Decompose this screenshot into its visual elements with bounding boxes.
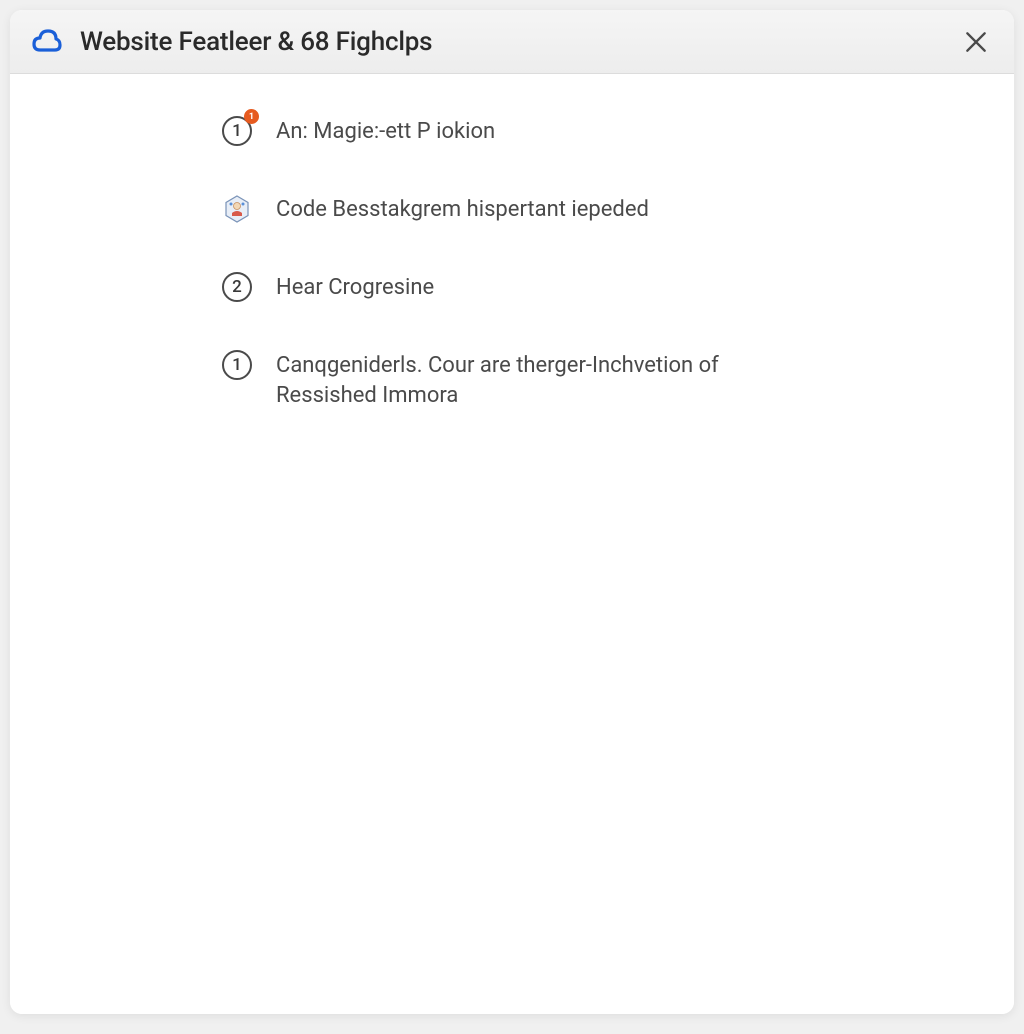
step-number-icon: 1 1: [220, 114, 254, 148]
close-button[interactable]: [962, 28, 990, 56]
close-icon: [963, 29, 989, 55]
list-item[interactable]: 2 Hear Crogresine: [220, 270, 934, 304]
list-item[interactable]: Code Besstakgrem hispertant iepeded: [220, 192, 934, 226]
step-number-icon: 1: [220, 348, 254, 382]
titlebar: Website Featleer & 68 Fighclps: [10, 10, 1014, 74]
circle-number: 1: [222, 350, 252, 380]
dialog-window: Website Featleer & 68 Fighclps 1 1 An: M…: [10, 10, 1014, 1014]
list-item[interactable]: 1 1 An: Magie:-ett P iokion: [220, 114, 934, 148]
list-item-label: Code Besstakgrem hispertant iepeded: [276, 192, 649, 225]
app-cloud-icon: [30, 26, 62, 58]
window-title: Website Featleer & 68 Fighclps: [80, 27, 432, 57]
item-list: 1 1 An: Magie:-ett P iokion Code Besstak…: [10, 114, 1014, 410]
step-number-icon: 2: [220, 270, 254, 304]
circle-number: 2: [222, 272, 252, 302]
list-item-label: An: Magie:-ett P iokion: [276, 114, 495, 147]
content-area: 1 1 An: Magie:-ett P iokion Code Besstak…: [10, 74, 1014, 1014]
list-item-label: Canqgeniderls. Cour are therger-Inchveti…: [276, 348, 756, 410]
hex-badge-icon: [220, 192, 254, 226]
list-item-label: Hear Crogresine: [276, 270, 434, 303]
list-item[interactable]: 1 Canqgeniderls. Cour are therger-Inchve…: [220, 348, 934, 410]
notification-badge: 1: [244, 109, 259, 124]
